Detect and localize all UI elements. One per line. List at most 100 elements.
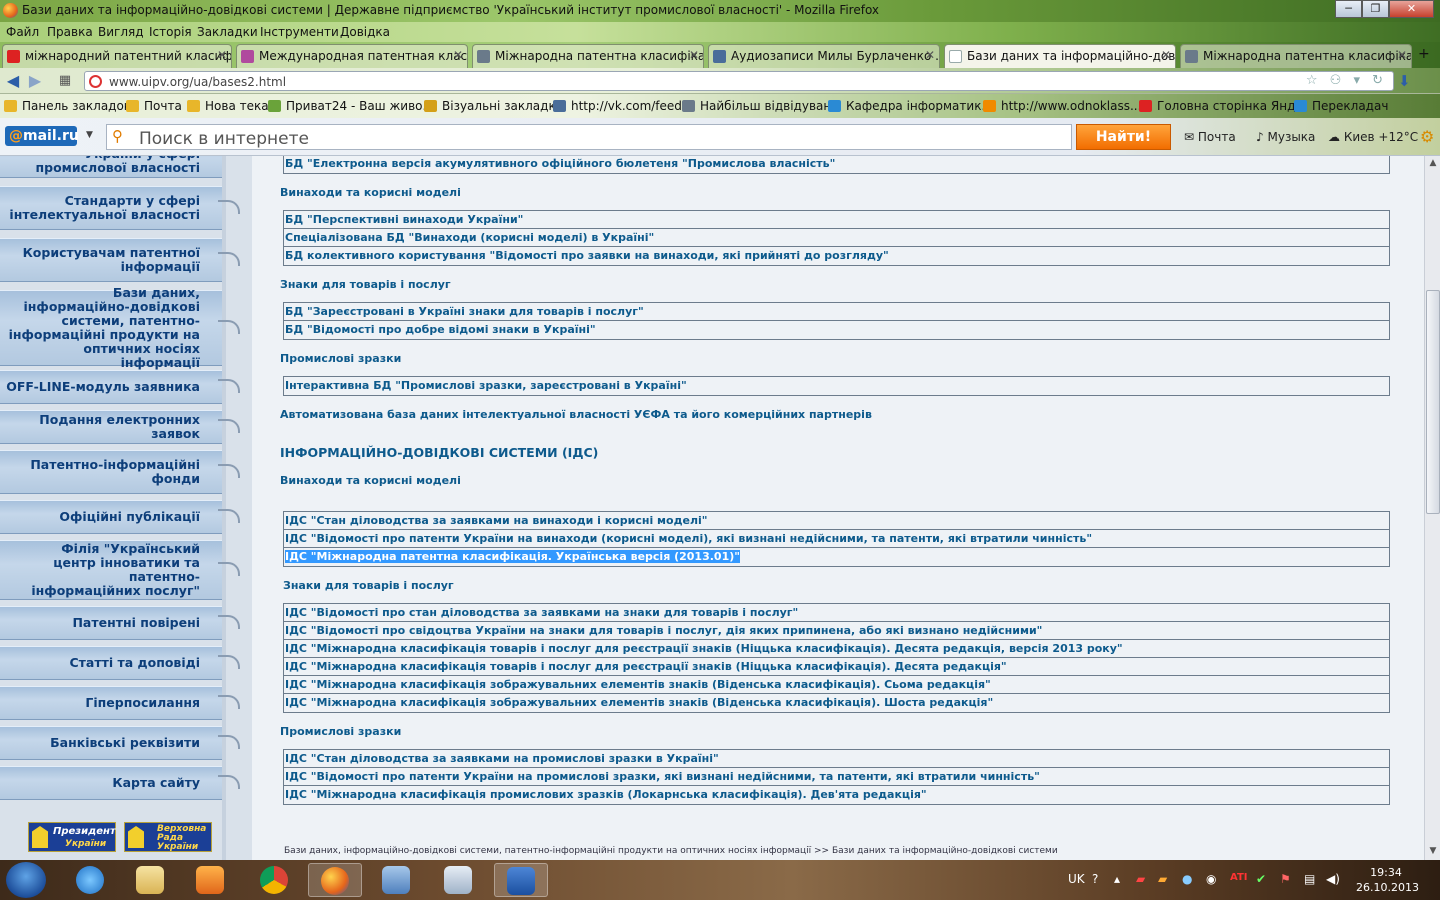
tab-item[interactable]: Международная патентная класс... ✕	[236, 44, 468, 68]
mailru-logo[interactable]: @mail.ru	[5, 126, 79, 146]
tab-item[interactable]: Аудиозаписи Милы Бурлаченко ... ✕	[708, 44, 940, 68]
tab-close-icon[interactable]: ✕	[217, 48, 227, 62]
language-indicator[interactable]: UK	[1068, 872, 1085, 886]
tab-item[interactable]: Міжнародна патентна класифіка... ✕	[472, 44, 704, 68]
explorer-taskbar-button[interactable]	[124, 863, 178, 897]
url-bar[interactable]: www.uipv.org/ua/bases2.html ☆ ⚇ ▾ ↻	[84, 71, 1394, 91]
page-scrollbar[interactable]: ▲ ▼	[1424, 156, 1440, 860]
tray-app-icon[interactable]: ▰	[1158, 872, 1167, 886]
list-item[interactable]: ІДС "Відомості про свідоцтва України на …	[284, 622, 1389, 640]
audio-taskbar-button[interactable]	[370, 863, 424, 897]
start-button[interactable]	[6, 862, 46, 898]
bookmark-item[interactable]: Візуальні закладки	[424, 99, 564, 113]
search-input[interactable]: ⚲ Поиск в интернете	[106, 124, 1072, 150]
list-item[interactable]: ІДС "Відомості про патенти України на ви…	[284, 530, 1389, 548]
help-icon[interactable]: ?	[1092, 872, 1098, 886]
tab-item-active[interactable]: Бази даних та інформаційно-дові... ✕	[944, 44, 1176, 68]
list-item[interactable]: БД колективного користування "Відомості …	[284, 247, 1389, 265]
tab-item[interactable]: міжнародний патентний класифі... ✕	[2, 44, 232, 68]
tab-close-icon[interactable]: ✕	[1397, 48, 1407, 62]
list-item[interactable]: ІДС "Стан діловодства за заявками на про…	[284, 750, 1389, 768]
action-center-icon[interactable]: ⚑	[1280, 872, 1291, 886]
menu-history[interactable]: Історія	[149, 25, 192, 39]
sidebar-item-bank-details[interactable]: Банківські реквізити	[0, 726, 240, 760]
clock[interactable]: 19:34 26.10.2013	[1356, 865, 1419, 895]
list-item[interactable]: БД "Перспективні винаходи України"	[284, 211, 1389, 229]
scroll-thumb[interactable]	[1426, 290, 1440, 514]
settings-gear-icon[interactable]: ⚙	[1420, 127, 1434, 146]
list-item[interactable]: БД "Електронна версія акумулятивного офі…	[284, 156, 1389, 173]
sidebar-item-publications[interactable]: Офіційні публікації	[0, 500, 240, 534]
breadcrumb-link[interactable]: Бази даних, інформаційно-довідкові систе…	[284, 846, 811, 856]
list-item[interactable]: Інтерактивна БД "Промислові зразки, заре…	[284, 377, 1389, 395]
list-item[interactable]: ІДС "Міжнародна класифікація промислових…	[284, 786, 1389, 804]
bookmark-item[interactable]: Кафедра інформатик...	[828, 99, 993, 113]
tab-close-icon[interactable]: ✕	[689, 48, 699, 62]
tray-app-icon[interactable]: ●	[1182, 872, 1192, 886]
download-icon[interactable]: ⬇	[1398, 72, 1411, 90]
sidebar-item[interactable]: України у сфері промислової власності	[0, 156, 222, 178]
bookmark-item[interactable]: http://www.odnoklass...	[983, 99, 1141, 113]
tab-item[interactable]: Міжнародна патентна класифіка... ✕	[1180, 44, 1412, 68]
tray-arrow-icon[interactable]: ▴	[1114, 872, 1120, 886]
list-item[interactable]: БД "Зареєстровані в Україні знаки для то…	[284, 303, 1389, 321]
sidebar-item-links[interactable]: Гіперпосилання	[0, 686, 240, 720]
rada-badge[interactable]: Верховна Рада України	[124, 822, 212, 852]
list-item-selected[interactable]: ІДС "Міжнародна патентна класифікація. У…	[284, 548, 1389, 566]
sidebar-item-sitemap[interactable]: Карта сайту	[0, 766, 240, 800]
sidebar-item-articles[interactable]: Статті та доповіді	[0, 646, 240, 680]
word-taskbar-button[interactable]	[494, 863, 548, 897]
list-item[interactable]: ІДС "Стан діловодства за заявками на вин…	[284, 512, 1389, 530]
list-item[interactable]: ІДС "Відомості про стан діловодства за з…	[284, 604, 1389, 622]
list-item[interactable]: Спеціалізована БД "Винаходи (корисні мод…	[284, 229, 1389, 247]
bookmark-item[interactable]: Найбільш відвідувані	[682, 99, 835, 113]
list-item[interactable]: ІДС "Міжнародна класифікація зображуваль…	[284, 694, 1389, 712]
bookmark-item[interactable]: Почта	[126, 99, 182, 113]
tray-app-icon[interactable]: ✔	[1256, 872, 1266, 886]
maximize-button[interactable]: ❐	[1362, 0, 1389, 18]
president-badge[interactable]: Президент України	[28, 822, 116, 852]
firefox-taskbar-button[interactable]	[308, 863, 362, 897]
list-item[interactable]: ІДС "Міжнародна класифікація зображуваль…	[284, 676, 1389, 694]
close-button[interactable]: ✕	[1389, 0, 1434, 18]
tab-close-icon[interactable]: ✕	[453, 48, 463, 62]
site-identity-icon[interactable]	[89, 75, 102, 88]
weather-link[interactable]: ☁ Киев +12°C	[1328, 130, 1418, 144]
scroll-up-icon[interactable]: ▲	[1427, 158, 1439, 168]
sidebar-item-patent-info[interactable]: Користувачам патентної інформації	[0, 238, 240, 282]
menu-edit[interactable]: Правка	[47, 25, 93, 39]
scroll-down-icon[interactable]: ▼	[1427, 846, 1439, 856]
sidebar-item-e-filing[interactable]: Подання електронних заявок	[0, 410, 240, 444]
forward-button[interactable]: ▶	[26, 72, 44, 90]
bookmark-item[interactable]: Головна сторінка Янд...	[1139, 99, 1307, 113]
tab-close-icon[interactable]: ✕	[1161, 48, 1171, 62]
new-tab-icon[interactable]: +	[1418, 46, 1430, 62]
tab-groups-icon[interactable]: ▦	[56, 72, 74, 90]
find-button[interactable]: Найти!	[1076, 124, 1171, 150]
minimize-button[interactable]: ─	[1335, 0, 1362, 18]
back-button[interactable]: ◀	[4, 72, 22, 90]
sidebar-item-attorneys[interactable]: Патентні повірені	[0, 606, 240, 640]
sidebar-item-standards[interactable]: Стандарти у сфері інтелектуальної власно…	[0, 186, 240, 230]
menu-help[interactable]: Довідка	[340, 25, 390, 39]
tray-app-icon[interactable]: ◉	[1206, 872, 1216, 886]
tab-close-icon[interactable]: ✕	[925, 48, 935, 62]
list-item[interactable]: ІДС "Міжнародна класифікація товарів і п…	[284, 640, 1389, 658]
menu-file[interactable]: Файл	[6, 25, 39, 39]
ati-icon[interactable]: ATI	[1230, 872, 1248, 883]
bookmark-item[interactable]: Панель закладок	[4, 99, 131, 113]
chevron-down-icon[interactable]: ▼	[86, 130, 93, 140]
sidebar-item-databases[interactable]: Бази даних, інформаційно-довідкові систе…	[0, 286, 240, 370]
ie-taskbar-button[interactable]	[64, 863, 118, 897]
sidebar-item-patent-funds[interactable]: Патентно-інформаційні фонди	[0, 450, 240, 494]
bookmark-item[interactable]: Нова тека	[187, 99, 269, 113]
calculator-taskbar-button[interactable]	[432, 863, 486, 897]
bookmark-item[interactable]: Перекладач	[1294, 99, 1388, 113]
list-item[interactable]: БД "Відомості про добре відомі знаки в У…	[284, 321, 1389, 339]
list-item[interactable]: ІДС "Міжнародна класифікація товарів і п…	[284, 658, 1389, 676]
sidebar-item-offline-module[interactable]: OFF-LINE-модуль заявника	[0, 370, 240, 404]
url-actions-icons[interactable]: ☆ ⚇ ▾ ↻	[1306, 73, 1387, 88]
media-taskbar-button[interactable]	[184, 863, 238, 897]
menu-bookmarks[interactable]: Закладки	[197, 25, 258, 39]
list-item[interactable]: ІДС "Відомості про патенти України на пр…	[284, 768, 1389, 786]
